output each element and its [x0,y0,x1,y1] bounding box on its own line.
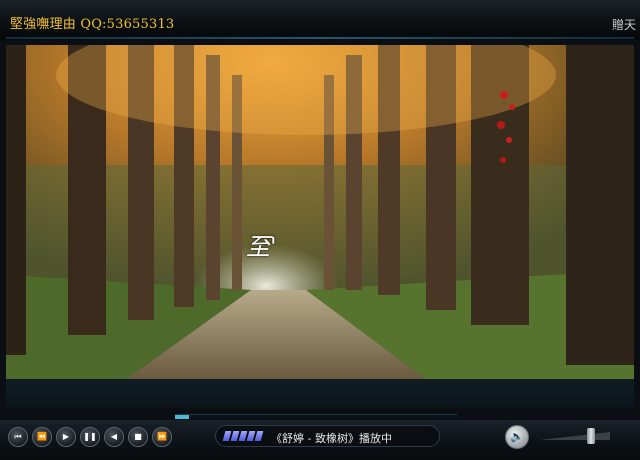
previous-icon: ⏮ [14,432,22,441]
volume-icon: 🔈 [510,430,524,443]
pause-button[interactable]: ❚❚ [80,427,100,447]
lyric-overlay: 至' [246,233,277,261]
lyrics-area [6,379,634,408]
volume-slider[interactable] [540,432,610,440]
stop-icon: ■ [134,432,142,441]
forest-road-image [6,45,634,379]
rewind-button[interactable]: ⏪ [32,427,52,447]
step-back-button[interactable]: ◀ [104,427,124,447]
pause-icon: ❚❚ [83,432,97,441]
window-title: 堅強嘸理由 QQ:53655313 [10,17,175,32]
fast-forward-button[interactable]: ⏩ [152,427,172,447]
video-display[interactable]: 至' [6,45,634,379]
previous-button[interactable]: ⏮ [8,427,28,447]
level-indicator-icon [222,431,264,441]
fast-forward-icon: ⏩ [157,432,167,441]
now-playing-status: 《舒婷 - 致橡树》播放中 [215,425,440,447]
play-button[interactable]: ▶ [56,427,76,447]
mute-button[interactable]: 🔈 [505,425,529,449]
title-bar[interactable]: 堅強嘸理由 QQ:53655313 贈天 [0,0,640,40]
now-playing-text: 《舒婷 - 致橡树》播放中 [271,432,392,445]
title-right-label: 贈天 [611,18,636,32]
step-back-icon: ◀ [110,432,118,441]
title-divider [6,37,634,39]
player-window: 堅強嘸理由 QQ:53655313 贈天 至' ⏮ ⏪ ▶ ❚❚ ◀ ■ ⏩ 《… [0,0,640,460]
stop-button[interactable]: ■ [128,427,148,447]
play-icon: ▶ [62,432,70,441]
progress-fill [175,415,190,419]
volume-slider-thumb[interactable] [587,428,595,444]
rewind-icon: ⏪ [37,432,47,441]
progress-bar[interactable] [175,414,457,419]
